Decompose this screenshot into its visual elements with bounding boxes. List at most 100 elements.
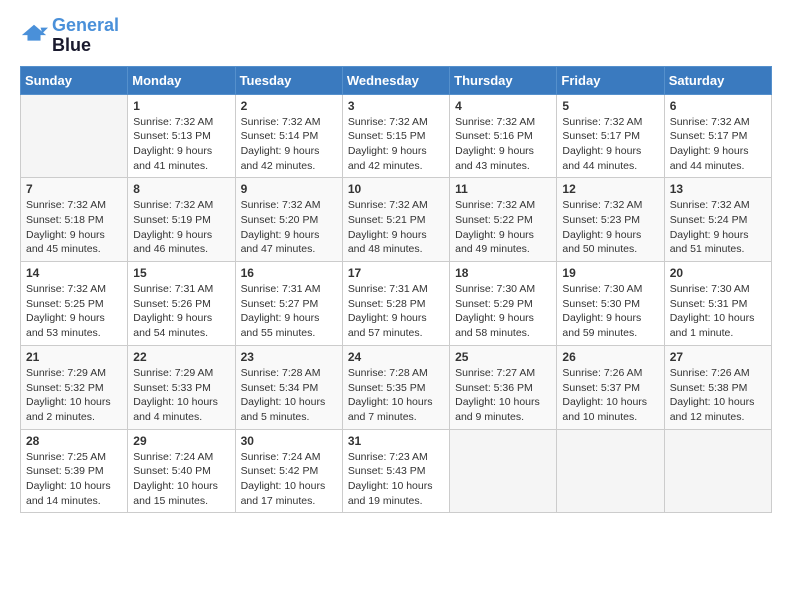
- day-number: 13: [670, 182, 766, 196]
- day-number: 30: [241, 434, 337, 448]
- cell-sun-info: Sunrise: 7:30 AMSunset: 5:29 PMDaylight:…: [455, 282, 551, 341]
- calendar: SundayMondayTuesdayWednesdayThursdayFrid…: [20, 66, 772, 514]
- calendar-cell: 7 Sunrise: 7:32 AMSunset: 5:18 PMDaylight…: [21, 178, 128, 262]
- logo-text: GeneralBlue: [52, 16, 119, 56]
- calendar-cell: 5 Sunrise: 7:32 AMSunset: 5:17 PMDaylight…: [557, 94, 664, 178]
- logo-icon: [20, 22, 48, 50]
- cell-sun-info: Sunrise: 7:24 AMSunset: 5:40 PMDaylight:…: [133, 450, 229, 509]
- day-number: 12: [562, 182, 658, 196]
- calendar-cell: [21, 94, 128, 178]
- calendar-cell: 22 Sunrise: 7:29 AMSunset: 5:33 PMDayligh…: [128, 345, 235, 429]
- cell-sun-info: Sunrise: 7:32 AMSunset: 5:23 PMDaylight:…: [562, 198, 658, 257]
- calendar-cell: 11Sunrise: 7:32 AMSunset: 5:22 PMDayligh…: [450, 178, 557, 262]
- calendar-cell: 8Sunrise: 7:32 AMSunset: 5:19 PMDaylight…: [128, 178, 235, 262]
- cell-sun-info: Sunrise: 7:32 AMSunset: 5:16 PMDaylight:…: [455, 115, 551, 174]
- day-number: 18: [455, 266, 551, 280]
- cell-sun-info: Sunrise: 7:32 AMSunset: 5:20 PMDaylight:…: [241, 198, 337, 257]
- calendar-week-row: 14Sunrise: 7:32 AMSunset: 5:25 PMDayligh…: [21, 262, 772, 346]
- cell-sun-info: Sunrise: 7:32 AMSunset: 5:21 PMDaylight:…: [348, 198, 444, 257]
- calendar-cell: 28Sunrise: 7:25 AMSunset: 5:39 PMDayligh…: [21, 429, 128, 513]
- calendar-cell: [664, 429, 771, 513]
- cell-sun-info: Sunrise: 7:32 AMSunset: 5:19 PMDaylight:…: [133, 198, 229, 257]
- cell-sun-info: Sunrise: 7:29 AMSunset: 5:33 PMDaylight:…: [133, 366, 229, 425]
- calendar-cell: 13 Sunrise: 7:32 AMSunset: 5:24 PMDayligh…: [664, 178, 771, 262]
- day-number: 15: [133, 266, 229, 280]
- cell-sun-info: Sunrise: 7:32 AMSunset: 5:25 PMDaylight:…: [26, 282, 122, 341]
- cell-sun-info: Sunrise: 7:32 AMSunset: 5:15 PMDaylight:…: [348, 115, 444, 174]
- calendar-cell: 6Sunrise: 7:32 AMSunset: 5:17 PMDaylight…: [664, 94, 771, 178]
- calendar-header-row: SundayMondayTuesdayWednesdayThursdayFrid…: [21, 66, 772, 94]
- page-header: GeneralBlue: [20, 16, 772, 56]
- cell-sun-info: Sunrise: 7:28 AMSunset: 5:35 PMDaylight:…: [348, 366, 444, 425]
- calendar-cell: 17 Sunrise: 7:31 AMSunset: 5:28 PMDayligh…: [342, 262, 449, 346]
- weekday-header: Thursday: [450, 66, 557, 94]
- calendar-cell: 20 Sunrise: 7:30 AMSunset: 5:31 PMDayligh…: [664, 262, 771, 346]
- calendar-cell: 2 Sunrise: 7:32 AMSunset: 5:14 PMDaylight…: [235, 94, 342, 178]
- calendar-cell: [557, 429, 664, 513]
- calendar-cell: 10 Sunrise: 7:32 AMSunset: 5:21 PMDayligh…: [342, 178, 449, 262]
- weekday-header: Wednesday: [342, 66, 449, 94]
- day-number: 19: [562, 266, 658, 280]
- cell-sun-info: Sunrise: 7:30 AMSunset: 5:30 PMDaylight:…: [562, 282, 658, 341]
- cell-sun-info: Sunrise: 7:27 AMSunset: 5:36 PMDaylight:…: [455, 366, 551, 425]
- cell-sun-info: Sunrise: 7:26 AMSunset: 5:38 PMDaylight:…: [670, 366, 766, 425]
- day-number: 16: [241, 266, 337, 280]
- calendar-cell: 25 Sunrise: 7:27 AMSunset: 5:36 PMDayligh…: [450, 345, 557, 429]
- calendar-week-row: 28Sunrise: 7:25 AMSunset: 5:39 PMDayligh…: [21, 429, 772, 513]
- calendar-cell: 29 Sunrise: 7:24 AMSunset: 5:40 PMDayligh…: [128, 429, 235, 513]
- cell-sun-info: Sunrise: 7:32 AMSunset: 5:18 PMDaylight:…: [26, 198, 122, 257]
- day-number: 27: [670, 350, 766, 364]
- calendar-cell: 23 Sunrise: 7:28 AMSunset: 5:34 PMDayligh…: [235, 345, 342, 429]
- calendar-cell: [450, 429, 557, 513]
- day-number: 9: [241, 182, 337, 196]
- cell-sun-info: Sunrise: 7:32 AMSunset: 5:13 PMDaylight:…: [133, 115, 229, 174]
- cell-sun-info: Sunrise: 7:29 AMSunset: 5:32 PMDaylight:…: [26, 366, 122, 425]
- calendar-cell: 3 Sunrise: 7:32 AMSunset: 5:15 PMDaylight…: [342, 94, 449, 178]
- calendar-cell: 21 Sunrise: 7:29 AMSunset: 5:32 PMDayligh…: [21, 345, 128, 429]
- weekday-header: Tuesday: [235, 66, 342, 94]
- day-number: 10: [348, 182, 444, 196]
- day-number: 23: [241, 350, 337, 364]
- weekday-header: Friday: [557, 66, 664, 94]
- day-number: 5: [562, 99, 658, 113]
- calendar-cell: 26 Sunrise: 7:26 AMSunset: 5:37 PMDayligh…: [557, 345, 664, 429]
- day-number: 29: [133, 434, 229, 448]
- cell-sun-info: Sunrise: 7:30 AMSunset: 5:31 PMDaylight:…: [670, 282, 766, 341]
- day-number: 7: [26, 182, 122, 196]
- cell-sun-info: Sunrise: 7:32 AMSunset: 5:14 PMDaylight:…: [241, 115, 337, 174]
- day-number: 20: [670, 266, 766, 280]
- weekday-header: Saturday: [664, 66, 771, 94]
- calendar-cell: 18 Sunrise: 7:30 AMSunset: 5:29 PMDayligh…: [450, 262, 557, 346]
- calendar-cell: 9 Sunrise: 7:32 AMSunset: 5:20 PMDaylight…: [235, 178, 342, 262]
- logo: GeneralBlue: [20, 16, 119, 56]
- day-number: 2: [241, 99, 337, 113]
- day-number: 17: [348, 266, 444, 280]
- day-number: 26: [562, 350, 658, 364]
- calendar-cell: 12 Sunrise: 7:32 AMSunset: 5:23 PMDayligh…: [557, 178, 664, 262]
- day-number: 11: [455, 182, 551, 196]
- day-number: 24: [348, 350, 444, 364]
- calendar-cell: 27 Sunrise: 7:26 AMSunset: 5:38 PMDayligh…: [664, 345, 771, 429]
- day-number: 21: [26, 350, 122, 364]
- calendar-week-row: 21 Sunrise: 7:29 AMSunset: 5:32 PMDayligh…: [21, 345, 772, 429]
- day-number: 22: [133, 350, 229, 364]
- cell-sun-info: Sunrise: 7:32 AMSunset: 5:17 PMDaylight:…: [562, 115, 658, 174]
- cell-sun-info: Sunrise: 7:25 AMSunset: 5:39 PMDaylight:…: [26, 450, 122, 509]
- calendar-cell: 24 Sunrise: 7:28 AMSunset: 5:35 PMDayligh…: [342, 345, 449, 429]
- cell-sun-info: Sunrise: 7:26 AMSunset: 5:37 PMDaylight:…: [562, 366, 658, 425]
- calendar-cell: 4Sunrise: 7:32 AMSunset: 5:16 PMDaylight…: [450, 94, 557, 178]
- calendar-cell: 30Sunrise: 7:24 AMSunset: 5:42 PMDayligh…: [235, 429, 342, 513]
- day-number: 3: [348, 99, 444, 113]
- calendar-week-row: 1Sunrise: 7:32 AMSunset: 5:13 PMDaylight…: [21, 94, 772, 178]
- cell-sun-info: Sunrise: 7:23 AMSunset: 5:43 PMDaylight:…: [348, 450, 444, 509]
- calendar-cell: 14Sunrise: 7:32 AMSunset: 5:25 PMDayligh…: [21, 262, 128, 346]
- cell-sun-info: Sunrise: 7:32 AMSunset: 5:24 PMDaylight:…: [670, 198, 766, 257]
- calendar-cell: 16 Sunrise: 7:31 AMSunset: 5:27 PMDayligh…: [235, 262, 342, 346]
- day-number: 25: [455, 350, 551, 364]
- cell-sun-info: Sunrise: 7:28 AMSunset: 5:34 PMDaylight:…: [241, 366, 337, 425]
- cell-sun-info: Sunrise: 7:31 AMSunset: 5:28 PMDaylight:…: [348, 282, 444, 341]
- calendar-cell: 15Sunrise: 7:31 AMSunset: 5:26 PMDayligh…: [128, 262, 235, 346]
- cell-sun-info: Sunrise: 7:31 AMSunset: 5:27 PMDaylight:…: [241, 282, 337, 341]
- weekday-header: Sunday: [21, 66, 128, 94]
- cell-sun-info: Sunrise: 7:32 AMSunset: 5:17 PMDaylight:…: [670, 115, 766, 174]
